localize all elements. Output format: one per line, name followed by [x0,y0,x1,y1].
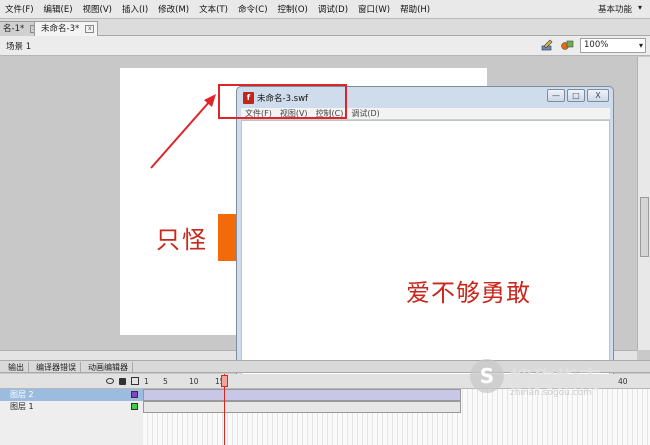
layer-2-frames[interactable] [143,389,461,401]
menu-edit[interactable]: 编辑(E) [39,3,78,15]
lock-all-icon[interactable] [119,378,126,385]
tab-document-3[interactable]: 未命名-3* x [34,21,99,36]
layer-row-2[interactable]: 图层 2 [0,389,143,401]
menu-text[interactable]: 文本(T) [194,3,233,15]
menu-modify[interactable]: 修改(M) [153,3,194,15]
tab-label: 未命名-3* [41,24,80,34]
stage-text[interactable]: 只怪 [156,220,208,255]
menu-bar: 文件(F) 编辑(E) 视图(V) 插入(I) 修改(M) 文本(T) 命令(C… [0,0,650,19]
frame-number: 10 [189,377,199,386]
tab-motion-editor[interactable]: 动画编辑器 [84,362,133,373]
tab-compiler-errors[interactable]: 编译器错误 [32,362,81,373]
layer-1-frames[interactable] [143,401,461,413]
menu-help[interactable]: 帮助(H) [395,3,435,15]
layer-row-1[interactable]: 图层 1 [0,401,143,413]
tab-output[interactable]: 输出 [4,362,29,373]
menu-control[interactable]: 控制(O) [273,3,313,15]
menu-commands[interactable]: 命令(C) [233,3,273,15]
scene-breadcrumb[interactable]: 场景 1 [6,40,31,52]
watermark-url: zhinan.sogou.com [510,388,592,398]
swf-player-window: f 未命名-3.swf — □ X 文件(F) 视图(V) 控制(C) 调试(D… [236,86,614,391]
swf-content-area: 爱不够勇敢 [241,120,610,388]
tab-label: 名-1* [3,24,25,34]
close-button[interactable]: X [587,89,609,102]
menu-window[interactable]: 窗口(W) [353,3,395,15]
tab-close-icon[interactable]: x [85,25,95,33]
scrollbar-thumb[interactable] [640,197,649,257]
layer-name: 图层 1 [10,402,34,411]
layer-name: 图层 2 [10,390,34,399]
stage-orange-shape[interactable] [218,214,238,261]
zoom-select[interactable]: 100% [580,38,646,53]
watermark: S 搜狗指南 zhinan.sogou.com [470,357,640,398]
edit-symbol-icon[interactable] [561,39,574,51]
vertical-scrollbar[interactable] [637,57,650,350]
annotation-arrow-icon [150,94,216,169]
document-tab-bar: 名-1* x 未命名-3* x [0,19,650,36]
menu-insert[interactable]: 插入(I) [117,3,153,15]
edit-scene-icon[interactable] [541,39,554,51]
swf-menu-debug[interactable]: 调试(D) [347,108,383,119]
restore-button[interactable]: □ [567,89,585,102]
show-hide-all-icon[interactable] [106,378,114,384]
layer-color-swatch[interactable] [131,391,138,398]
minimize-button[interactable]: — [547,89,565,102]
scene-bar: 场景 1 100% [0,36,650,56]
outline-all-icon[interactable] [131,377,139,385]
annotation-highlight-box [218,84,347,119]
frame-number: 1 [144,377,149,386]
swf-lyric-text: 爱不够勇敢 [406,279,531,307]
layer-color-swatch[interactable] [131,403,138,410]
frame-number: 5 [163,377,168,386]
workspace-switcher[interactable]: 基本功能 [598,3,642,15]
playhead-handle[interactable] [221,375,228,387]
menu-view[interactable]: 视图(V) [78,3,117,15]
menu-debug[interactable]: 调试(D) [313,3,353,15]
watermark-logo-icon: S [470,359,504,393]
menu-file[interactable]: 文件(F) [0,3,39,15]
